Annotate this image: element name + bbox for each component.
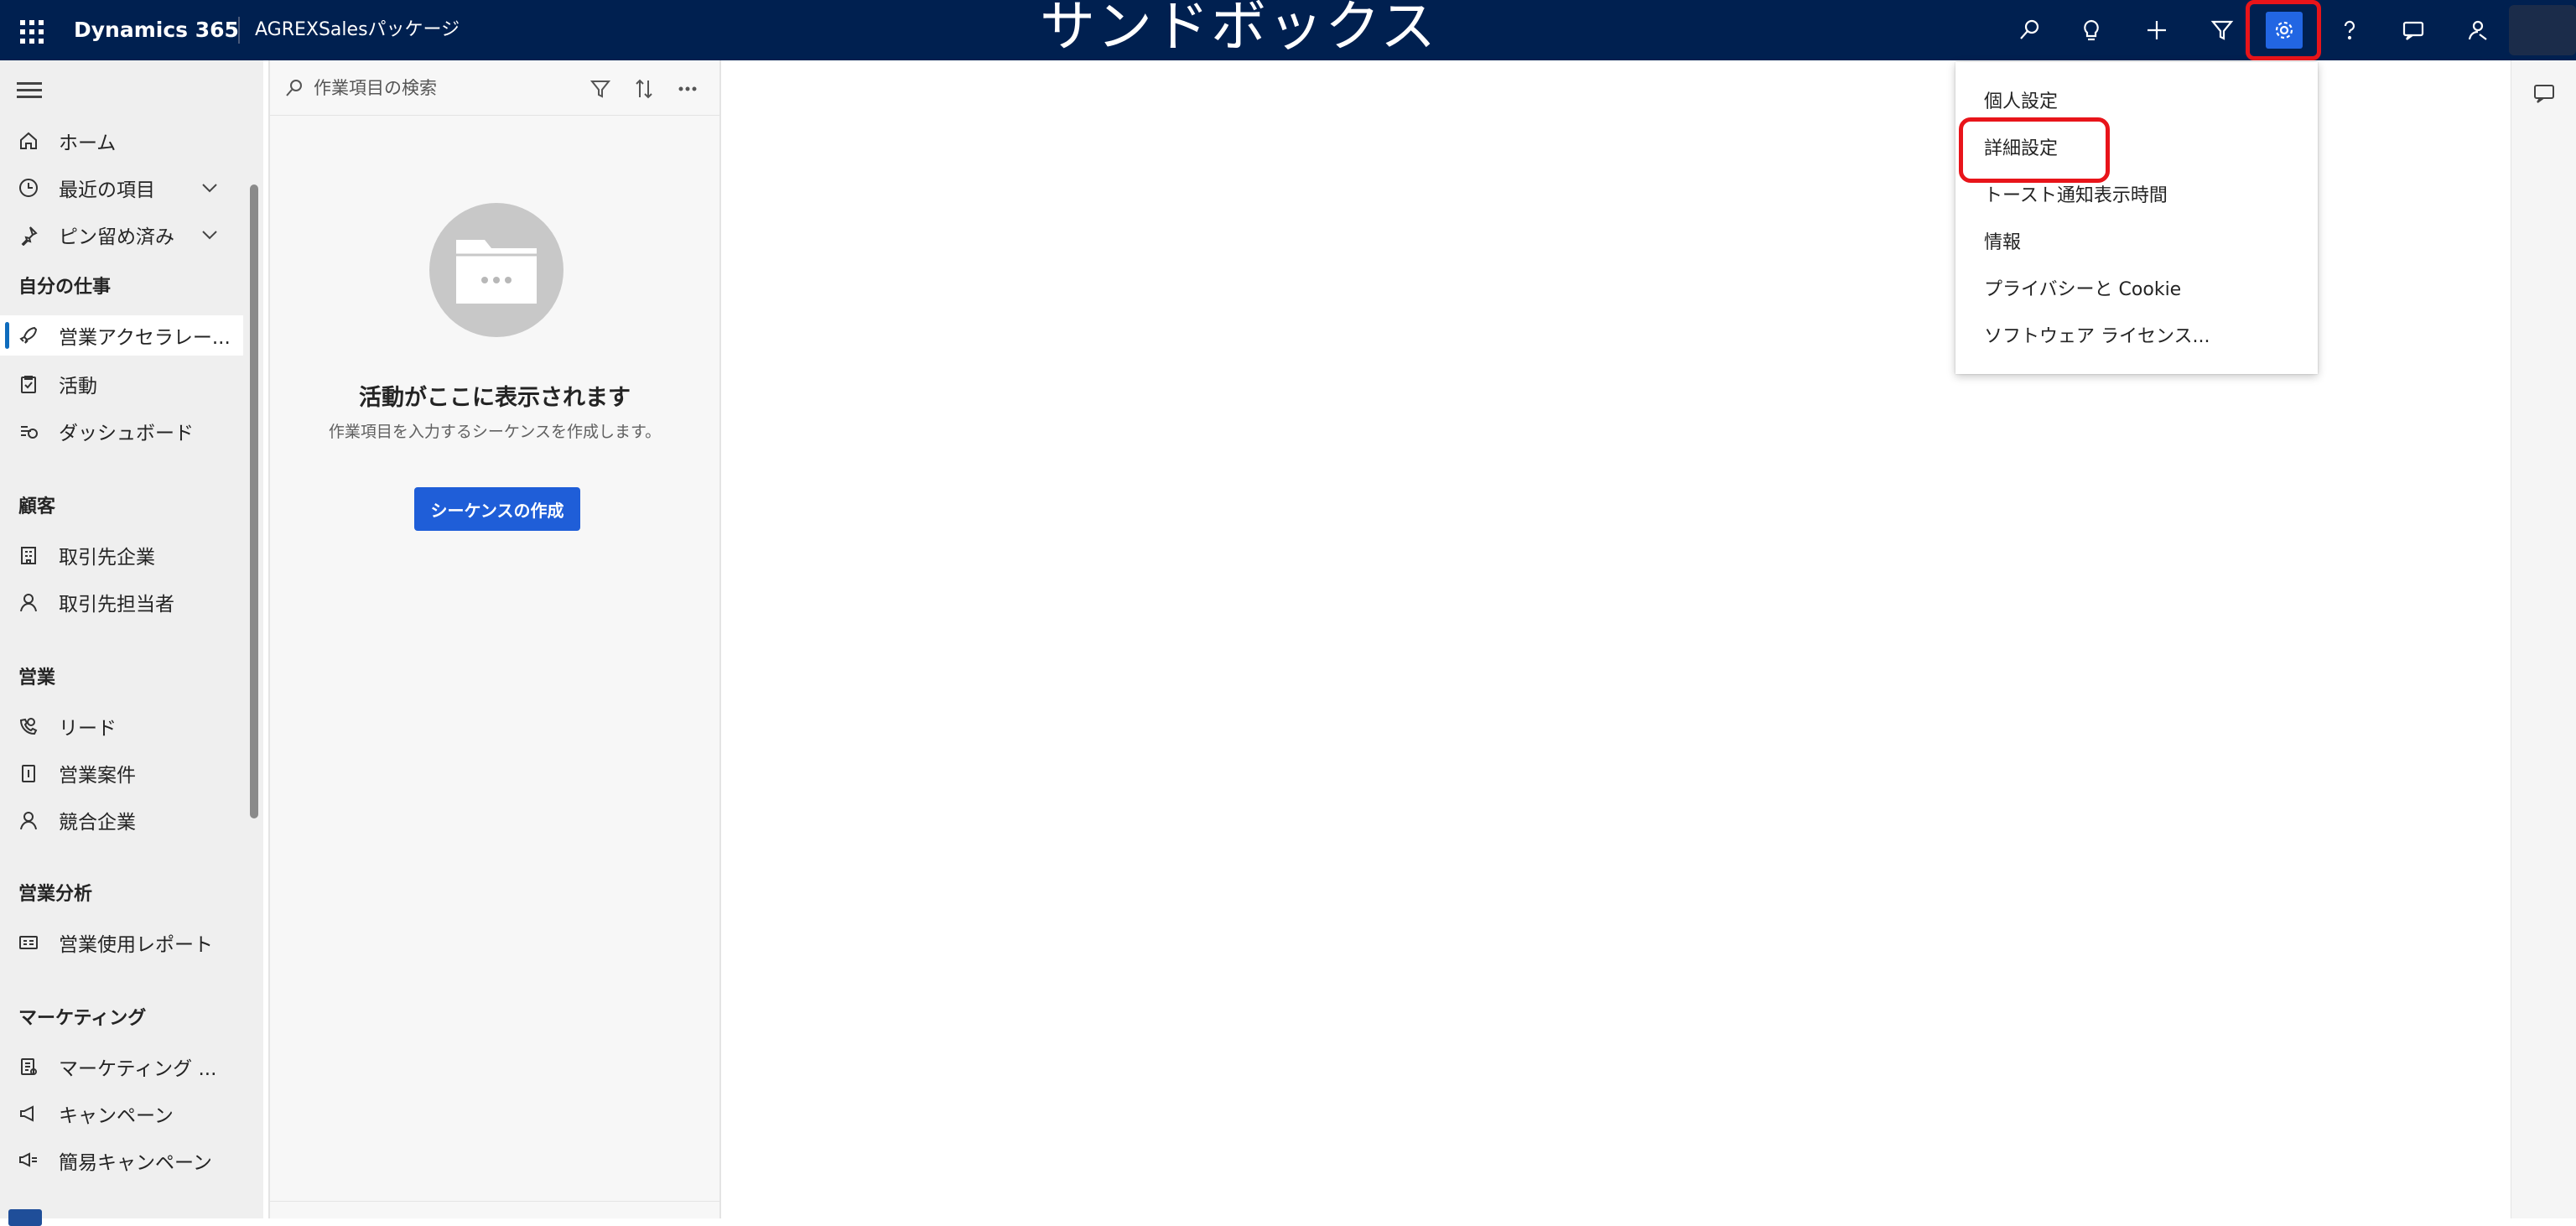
plus-icon[interactable] (2138, 12, 2175, 49)
empty-folder-illustration (429, 203, 564, 337)
nav-item-home[interactable]: ホーム (0, 121, 243, 161)
nav-item-campaigns[interactable]: キャンペーン (0, 1094, 243, 1134)
work-list-footer (270, 1201, 719, 1218)
pin-icon (17, 223, 40, 247)
chevron-down-icon[interactable] (200, 178, 220, 198)
nav-item-label: 営業アクセラレー... (59, 327, 231, 349)
search-icon (283, 77, 305, 99)
nav-item-sales-usage-report[interactable]: 営業使用レポート (0, 922, 243, 963)
product-brand[interactable]: Dynamics 365 (74, 15, 239, 45)
nav-section-sales-analysis: 営業分析 (18, 884, 93, 905)
nav-item-label: キャンペーン (59, 1105, 174, 1127)
clock-icon (17, 176, 40, 200)
nav-item-label: ホーム (59, 132, 117, 154)
nav-item-quick-campaigns[interactable]: 簡易キャンペーン (0, 1140, 243, 1181)
report-icon (17, 931, 40, 954)
area-switcher-icon[interactable] (8, 1209, 42, 1226)
empty-state-subtitle: 作業項目を入力するシーケンスを作成します。 (328, 423, 662, 441)
nav-item-leads[interactable]: リード (0, 706, 243, 746)
building-icon (17, 543, 40, 567)
nav-item-label: ピン留め済み (59, 226, 174, 248)
hamburger-menu-icon[interactable] (17, 82, 42, 99)
menu-item-software-license[interactable]: ソフトウェア ライセンス... (1984, 322, 2210, 352)
help-icon[interactable] (2331, 12, 2368, 49)
nav-section-customers: 顧客 (18, 496, 56, 517)
rocket-icon (17, 324, 40, 347)
nav-item-label: 営業案件 (59, 765, 136, 787)
sitemap-navigation: ホーム 最近の項目 ピン留め済み 自分の仕事 営業アクセラレー... 活動 ダッ… (0, 60, 263, 1226)
person-icon (17, 590, 40, 614)
nav-item-activities[interactable]: 活動 (0, 364, 243, 404)
filter-icon[interactable] (2204, 12, 2241, 49)
nav-item-label: 最近の項目 (59, 179, 155, 201)
megaphone-list-icon (17, 1149, 40, 1172)
nav-item-label: 取引先企業 (59, 547, 155, 569)
work-item-search-input[interactable] (314, 74, 565, 102)
settings-menu: 個人設定 詳細設定 トースト通知表示時間 情報 プライバシーと Cookie ソ… (1955, 62, 2318, 374)
nav-item-label: 営業使用レポート (59, 934, 213, 956)
search-icon[interactable] (2011, 12, 2048, 49)
work-list-panel: 活動がここに表示されます 作業項目を入力するシーケンスを作成します。 シーケンス… (268, 60, 721, 1218)
clipboard-icon (17, 372, 40, 396)
advanced-settings-highlight-box (1959, 117, 2110, 183)
home-icon (17, 129, 40, 153)
nav-item-label: ダッシュボード (59, 423, 194, 444)
menu-item-about[interactable]: 情報 (1984, 228, 2021, 258)
nav-item-recent[interactable]: 最近の項目 (0, 168, 243, 208)
app-launcher-icon[interactable] (17, 17, 44, 44)
megaphone-icon (17, 1102, 40, 1125)
sort-icon[interactable] (629, 74, 659, 104)
nav-item-accounts[interactable]: 取引先企業 (0, 535, 243, 575)
avatar[interactable] (2509, 5, 2576, 55)
lightbulb-icon[interactable] (2073, 12, 2110, 49)
side-pane (2511, 60, 2576, 1218)
filter-icon[interactable] (585, 74, 615, 104)
dashboard-icon (17, 419, 40, 443)
nav-scrollbar[interactable] (250, 184, 258, 818)
chevron-down-icon[interactable] (200, 225, 220, 245)
nav-item-marketing-lists[interactable]: マーケティング ... (0, 1047, 243, 1087)
nav-item-pinned[interactable]: ピン留め済み (0, 215, 243, 255)
chat-icon[interactable] (2532, 81, 2557, 106)
brand-separator (238, 17, 240, 44)
nav-section-marketing: マーケティング (18, 1008, 147, 1029)
nav-item-label: リード (59, 718, 117, 740)
nav-item-label: 取引先担当者 (59, 594, 174, 616)
nav-item-contacts[interactable]: 取引先担当者 (0, 582, 243, 622)
empty-state-title: 活動がここに表示されます (359, 385, 631, 411)
menu-item-toast-notification-time[interactable]: トースト通知表示時間 (1984, 181, 2168, 211)
settings-highlight-box (2246, 0, 2321, 60)
nav-section-my-work: 自分の仕事 (18, 277, 112, 298)
chat-icon[interactable] (2395, 12, 2432, 49)
nav-item-sales-accelerator[interactable]: 営業アクセラレー... (0, 315, 243, 356)
person-feedback-icon[interactable] (2459, 12, 2496, 49)
top-navigation-bar: Dynamics 365 AGREXSalesパッケージ サンドボックス (0, 0, 2576, 60)
nav-item-label: 活動 (59, 376, 97, 397)
nav-section-sales: 営業 (18, 668, 56, 688)
more-options-icon[interactable] (673, 74, 703, 104)
phone-person-icon (17, 714, 40, 738)
app-name[interactable]: AGREXSalesパッケージ (255, 15, 460, 45)
nav-item-label: マーケティング ... (59, 1058, 217, 1080)
nav-item-label: 簡易キャンペーン (59, 1152, 212, 1174)
create-sequence-button[interactable]: シーケンスの作成 (414, 487, 580, 531)
nav-item-label: 競合企業 (59, 812, 136, 834)
nav-item-competitors[interactable]: 競合企業 (0, 800, 243, 840)
menu-item-personal-settings[interactable]: 個人設定 (1984, 87, 2058, 117)
environment-banner: サンドボックス (1040, 0, 1438, 59)
work-list-header (270, 60, 719, 116)
list-document-icon (17, 1055, 40, 1078)
document-icon (17, 761, 40, 785)
person-icon (17, 808, 40, 832)
menu-item-privacy-cookies[interactable]: プライバシーと Cookie (1984, 275, 2181, 305)
nav-item-opportunities[interactable]: 営業案件 (0, 753, 243, 793)
nav-item-dashboards[interactable]: ダッシュボード (0, 411, 243, 451)
